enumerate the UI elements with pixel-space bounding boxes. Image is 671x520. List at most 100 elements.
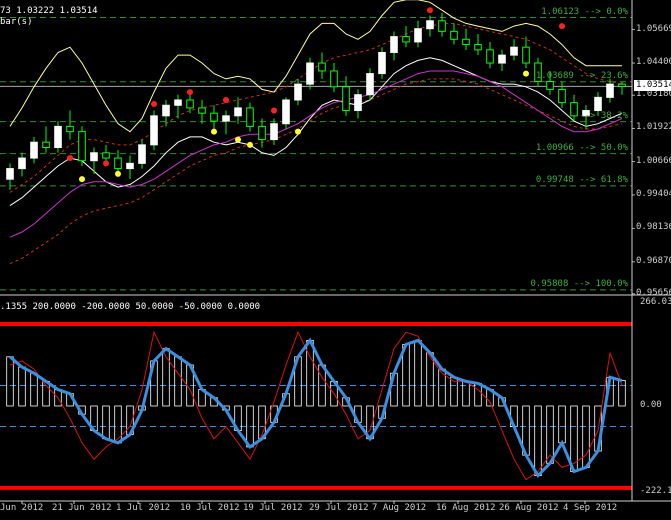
candle-body[interactable] [546,81,554,90]
candle-body[interactable] [258,125,266,141]
candles[interactable] [6,12,626,190]
candle-body[interactable] [486,49,494,64]
osc-histogram-bar [474,383,482,407]
candle-body[interactable] [462,38,470,46]
osc-histogram-bar [114,405,122,444]
candle-body[interactable] [558,88,566,104]
candle-body[interactable] [210,112,218,122]
date-axis-label: 7 Aug 2012 [372,503,427,513]
candle-body[interactable] [294,83,302,101]
red-signal-dot [151,100,157,107]
candle-body[interactable] [174,99,182,106]
candle-body[interactable] [402,36,410,43]
price-axis-label: 0.96870 [636,255,671,266]
date-axis-label: 26 Aug 2012 [499,503,559,513]
candle-body[interactable] [270,123,278,141]
candle-body[interactable] [378,51,386,75]
yellow-signal-dot [295,128,301,135]
date-axis-label: 19 Jul 2012 [243,503,303,513]
candle-body[interactable] [102,152,110,159]
yellow-signal-dot [247,141,253,148]
candle-body[interactable] [78,131,86,162]
price-axis-label: 0.99404 [636,188,671,199]
osc-axis-label: -222.19 [640,486,671,496]
red-signal-dot [103,160,109,167]
candle-body[interactable] [150,115,158,146]
candle-body[interactable] [198,107,206,114]
candle-body[interactable] [186,99,194,109]
candle-body[interactable] [222,115,230,122]
osc-histogram-bar [534,405,542,477]
fib-label: 1.00966 --> 50.0% [535,142,628,153]
yellow-signal-dot [235,136,241,143]
osc-histogram-bar [582,405,590,468]
price-axis-label: 1.00666 [636,155,671,166]
date-axis-label: 21 Jun 2012 [52,503,112,513]
candle-body[interactable] [414,28,422,43]
osc-histogram-bar [558,405,566,444]
osc-histogram-bar [174,356,182,407]
red-signal-dot [67,155,73,162]
osc-cci-line [9,337,623,479]
candle-body[interactable] [390,36,398,53]
candle-body[interactable] [162,104,170,117]
candle-body[interactable] [114,157,122,170]
date-axis-label: 1 Jul 2012 [116,503,171,513]
candle-body[interactable] [318,62,326,72]
candle-body[interactable] [510,46,518,56]
candle-body[interactable] [474,44,482,51]
candle-body[interactable] [18,157,26,170]
osc-axis-label: 266.03 [640,297,671,307]
candle-body[interactable] [6,168,14,180]
candle-body[interactable] [618,83,626,88]
candle-body[interactable] [30,141,38,159]
yellow-signal-dot [211,128,217,135]
candle-body[interactable] [90,152,98,162]
candle-body[interactable] [354,94,362,112]
candle-body[interactable] [450,30,458,40]
osc-histogram-bar [414,340,422,407]
fib-label: --> 38.2% [579,110,628,121]
candle-body[interactable] [246,107,254,127]
candle-body[interactable] [570,102,578,117]
red-signal-dot [223,96,229,103]
fib-label: 1.03689 --> 23.6% [535,70,628,81]
candle-body[interactable] [342,86,350,112]
indicator-lines [9,0,623,265]
candle-body[interactable] [42,141,50,148]
price-axis-label: 1.05669 [636,23,671,34]
osc-axis-label: 0.00 [640,399,662,410]
candle-body[interactable] [366,73,374,96]
main-info-bars: bar(s) [0,17,33,27]
candle-body[interactable] [282,99,290,125]
candle-body[interactable] [306,62,314,85]
candle-body[interactable] [594,96,602,112]
osc-histogram-bar [18,366,26,407]
candle-body[interactable] [498,54,506,64]
indicator-info: .1355 200.0000 -200.0000 50.0000 -50.000… [0,302,261,312]
yellow-signal-dot [115,170,121,177]
dashed-upper-band [9,22,623,193]
fib-label: 0.95808 --> 100.0% [530,278,628,289]
candle-body[interactable] [234,107,242,117]
osc-histogram-bar [306,340,314,407]
current-price-box: 1.03514 [634,80,671,92]
candle-body[interactable] [126,162,134,170]
candle-body[interactable] [606,83,614,98]
candle-body[interactable] [54,125,62,148]
oscillator-panel[interactable] [0,322,632,490]
red-signal-dot [427,7,433,14]
osc-histogram-bar [30,372,38,407]
candle-body[interactable] [522,46,530,64]
dashed-lower-band [9,78,623,265]
fib-label: 1.06123 --> 0.0% [541,6,628,17]
candle-body[interactable] [330,70,338,88]
candle-body[interactable] [438,20,446,32]
candle-body[interactable] [138,144,146,164]
fib-label: 0.99748 --> 61.8% [535,174,628,185]
date-axis-label: 4 Sep 2012 [563,503,618,513]
price-axis-label: 1.01922 [636,122,671,133]
main-info: 73 1.03222 1.03514 [0,6,98,16]
candle-body[interactable] [426,20,434,30]
candle-body[interactable] [66,125,74,133]
